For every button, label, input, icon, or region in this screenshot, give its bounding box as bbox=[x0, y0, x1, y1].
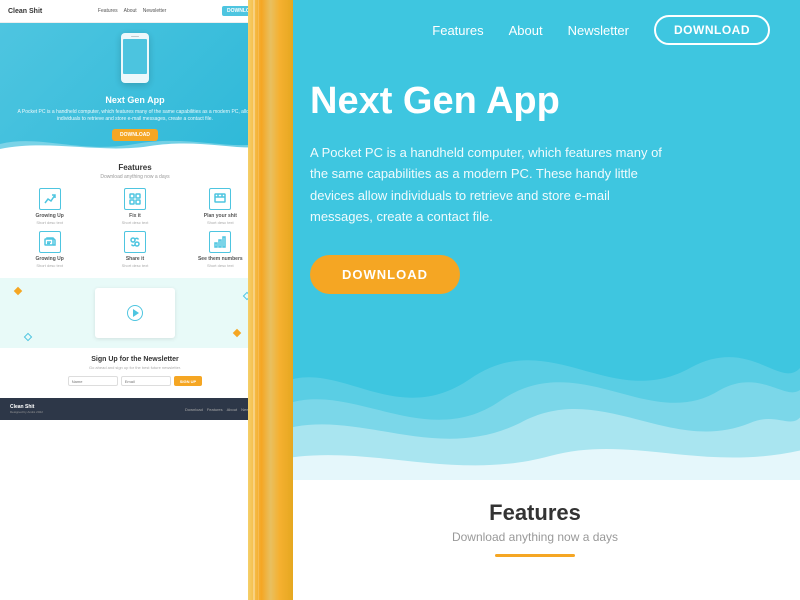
feature-desc-2: Short desc text bbox=[95, 220, 174, 225]
newsletter-name-input[interactable] bbox=[68, 376, 118, 386]
right-hero-title: Next Gen App bbox=[310, 80, 770, 124]
feature-item-1: Growing Up Short desc text bbox=[10, 188, 89, 225]
feature-icon-6 bbox=[209, 231, 231, 253]
feature-icon-3 bbox=[209, 188, 231, 210]
left-hero-title: Next Gen App bbox=[15, 95, 255, 105]
right-features-section: Features Download anything now a days bbox=[270, 480, 800, 600]
newsletter-submit-btn[interactable]: SIGN UP bbox=[174, 376, 202, 386]
left-newsletter-title: Sign Up for the Newsletter bbox=[15, 356, 255, 363]
feature-desc-4: Short desc text bbox=[10, 263, 89, 268]
right-hero-content: Next Gen App A Pocket PC is a handheld c… bbox=[310, 80, 770, 294]
nav-about-link[interactable]: About bbox=[509, 23, 543, 38]
play-icon bbox=[133, 309, 139, 317]
feature-label-1: Growing Up bbox=[10, 213, 89, 219]
book-decoration bbox=[248, 0, 293, 600]
left-panel: Clean Shit Features About Newsletter DOW… bbox=[0, 0, 270, 600]
footer-link-download[interactable]: Download bbox=[185, 407, 203, 412]
left-features-sub: Download anything now a days bbox=[10, 174, 260, 180]
right-download-btn[interactable]: DOWNLOAD bbox=[310, 255, 460, 294]
left-hero: Next Gen App A Pocket PC is a handheld c… bbox=[0, 23, 270, 153]
nav-features-link[interactable]: Features bbox=[432, 23, 483, 38]
right-nav: Features About Newsletter DOWNLOAD bbox=[270, 0, 800, 60]
left-footer: Clean Shit Designed by André 2022 Downlo… bbox=[0, 398, 270, 420]
feature-label-4: Growing Up bbox=[10, 256, 89, 262]
right-hero-text: A Pocket PC is a handheld computer, whic… bbox=[310, 142, 670, 228]
feature-label-5: Share it bbox=[95, 256, 174, 262]
left-nav-links: Features About Newsletter bbox=[98, 8, 166, 14]
feature-desc-5: Short desc text bbox=[95, 263, 174, 268]
feature-item-5: Share it Short desc text bbox=[95, 231, 174, 268]
right-features-title: Features bbox=[310, 500, 760, 526]
left-video-section bbox=[0, 278, 270, 348]
left-features-title: Features bbox=[10, 163, 260, 172]
left-hero-text: A Pocket PC is a handheld computer, whic… bbox=[15, 109, 255, 123]
nav-newsletter-link[interactable]: Newsletter bbox=[568, 23, 629, 38]
footer-link-about[interactable]: About bbox=[227, 407, 237, 412]
diamond-decoration-3 bbox=[24, 333, 32, 341]
feature-item-4: Growing Up Short desc text bbox=[10, 231, 89, 268]
features-grid: Growing Up Short desc text Fix it Short … bbox=[10, 188, 260, 268]
nav-download-btn[interactable]: DOWNLOAD bbox=[654, 15, 770, 45]
left-nav: Clean Shit Features About Newsletter DOW… bbox=[0, 0, 270, 23]
left-footer-copyright: Designed by André 2022 bbox=[10, 410, 43, 414]
right-features-sub: Download anything now a days bbox=[310, 530, 760, 544]
newsletter-email-input[interactable] bbox=[121, 376, 171, 386]
left-nav-about[interactable]: About bbox=[124, 8, 137, 14]
left-features: Features Download anything now a days Gr… bbox=[0, 153, 270, 278]
feature-desc-1: Short desc text bbox=[10, 220, 89, 225]
left-brand: Clean Shit bbox=[8, 8, 42, 15]
feature-item-2: Fix it Short desc text bbox=[95, 188, 174, 225]
feature-label-2: Fix it bbox=[95, 213, 174, 219]
left-newsletter: Sign Up for the Newsletter Go ahead and … bbox=[0, 348, 270, 398]
footer-link-features[interactable]: Features bbox=[207, 407, 223, 412]
left-footer-left: Clean Shit Designed by André 2022 bbox=[10, 404, 43, 414]
right-panel: Features About Newsletter DOWNLOAD Next … bbox=[270, 0, 800, 600]
newsletter-inputs: SIGN UP bbox=[15, 376, 255, 386]
left-newsletter-sub: Go ahead and sign up for the best future… bbox=[15, 365, 255, 370]
feature-icon-5 bbox=[124, 231, 146, 253]
video-box[interactable] bbox=[95, 288, 175, 338]
feature-icon-2 bbox=[124, 188, 146, 210]
left-nav-newsletter[interactable]: Newsletter bbox=[143, 8, 167, 14]
diamond-decoration-4 bbox=[233, 329, 241, 337]
left-nav-features[interactable]: Features bbox=[98, 8, 118, 14]
feature-icon-4 bbox=[39, 231, 61, 253]
phone-mockup bbox=[121, 33, 149, 83]
features-underline bbox=[495, 554, 575, 557]
feature-icon-1 bbox=[39, 188, 61, 210]
play-button[interactable] bbox=[127, 305, 143, 321]
diamond-decoration-1 bbox=[14, 287, 22, 295]
